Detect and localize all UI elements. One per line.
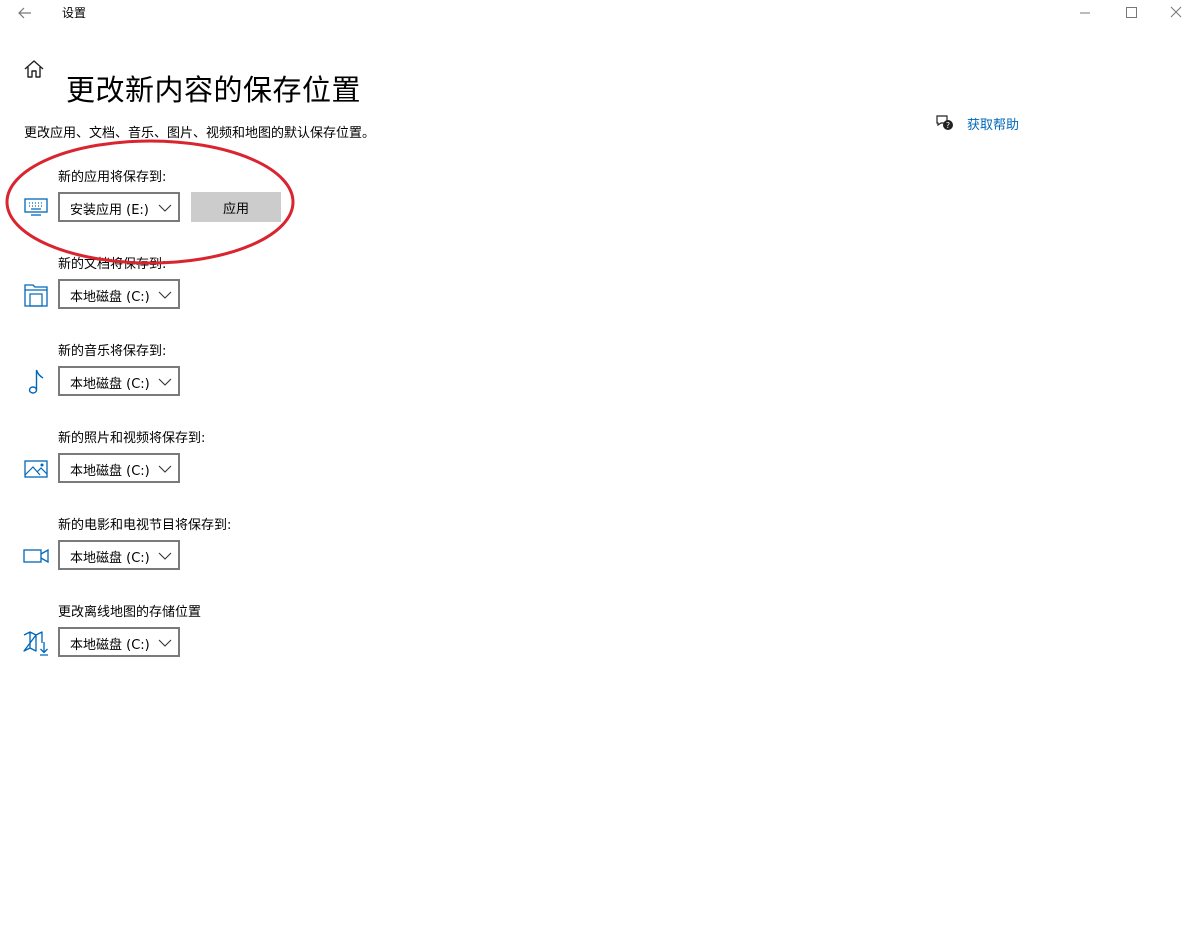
music-drive-select[interactable]: 本地磁盘 (C:) [58,366,180,396]
documents-drive-value: 本地磁盘 (C:) [70,290,150,305]
movies-save-label: 新的电影和电视节目将保存到: [58,518,232,533]
apply-button[interactable]: 应用 [191,192,281,222]
chevron-down-icon [158,639,172,647]
music-row-icon [22,367,50,395]
pictures-drive-select[interactable]: 本地磁盘 (C:) [58,453,180,483]
maximize-icon [1126,7,1137,18]
maps-drive-value: 本地磁盘 (C:) [70,638,150,653]
pictures-save-label: 新的照片和视频将保存到: [58,431,206,446]
pictures-drive-value: 本地磁盘 (C:) [70,464,150,479]
video-camera-icon [23,548,49,564]
chevron-down-icon [158,552,172,560]
documents-row-icon [22,281,50,309]
apps-drive-select[interactable]: 安装应用 (E:) [58,192,180,222]
documents-save-label: 新的文档将保存到: [58,257,167,272]
monitor-keyboard-icon [24,198,48,216]
picture-icon [24,460,48,478]
chat-help-icon: ? [936,115,953,130]
back-button[interactable] [14,2,36,24]
offline-maps-label: 更改离线地图的存储位置 [58,605,202,620]
music-note-icon [28,369,44,394]
documents-drive-select[interactable]: 本地磁盘 (C:) [58,279,180,309]
apps-save-label: 新的应用将保存到: [58,170,167,185]
back-arrow-icon [18,7,31,19]
music-drive-value: 本地磁盘 (C:) [70,377,150,392]
page-title: 更改新内容的保存位置 [66,73,362,108]
chevron-down-icon [158,204,172,212]
music-save-label: 新的音乐将保存到: [58,344,167,359]
svg-text:?: ? [946,121,950,130]
home-icon [24,60,44,78]
window-title: 设置 [62,6,87,20]
movies-drive-select[interactable]: 本地磁盘 (C:) [58,540,180,570]
home-button[interactable] [22,57,46,81]
map-download-icon [23,631,48,656]
minimize-icon [1080,12,1090,14]
pictures-row-icon [22,455,50,483]
movies-row-icon [22,542,50,570]
apps-row-icon [22,193,50,221]
get-help-link[interactable]: 获取帮助 [967,114,1019,133]
close-icon [1170,6,1182,18]
title-bar: 设置 [0,0,1200,26]
chevron-down-icon [158,378,172,386]
movies-drive-value: 本地磁盘 (C:) [70,551,150,566]
maps-row-icon [22,629,50,657]
documents-icon [24,284,48,307]
maps-drive-select[interactable]: 本地磁盘 (C:) [58,627,180,657]
close-button[interactable] [1164,2,1188,24]
chevron-down-icon [158,291,172,299]
maximize-button[interactable] [1119,2,1143,24]
apps-drive-value: 安装应用 (E:) [70,203,149,218]
page-description: 更改应用、文档、音乐、图片、视频和地图的默认保存位置。 [24,126,376,141]
chevron-down-icon [158,465,172,473]
minimize-button[interactable] [1073,2,1097,24]
